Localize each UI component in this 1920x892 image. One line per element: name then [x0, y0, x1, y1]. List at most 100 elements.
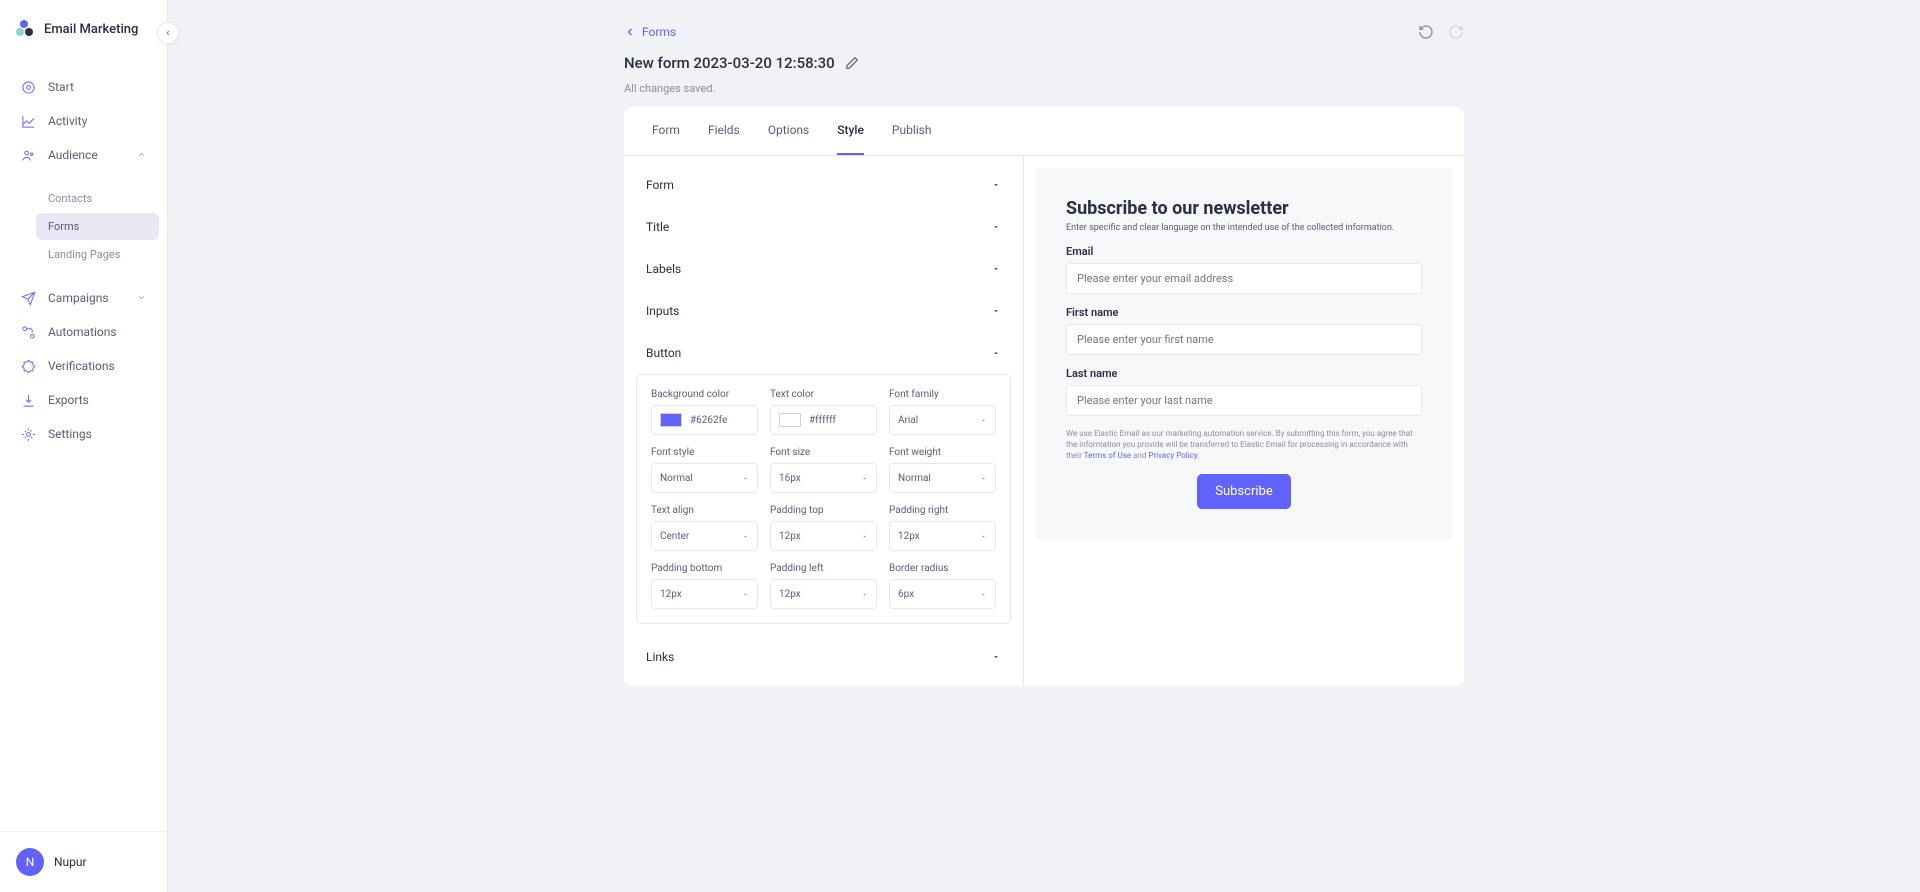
first-name-label: First name [1066, 306, 1422, 319]
border-radius-select[interactable]: 6px [889, 579, 996, 609]
send-icon [20, 290, 36, 306]
subnav-contacts[interactable]: Contacts [36, 185, 159, 212]
audience-submenu: Contacts Forms Landing Pages [0, 184, 167, 269]
preview-card: Subscribe to our newsletter Enter specif… [1036, 168, 1452, 539]
text-align-select[interactable]: Center [651, 521, 758, 551]
avatar: N [16, 848, 44, 876]
caret-down-icon [742, 591, 749, 598]
border-radius-label: Border radius [889, 563, 996, 574]
breadcrumb[interactable]: Forms [624, 25, 676, 39]
chart-icon [20, 113, 36, 129]
font-size-select[interactable]: 16px [770, 463, 877, 493]
font-family-label: Font family [889, 389, 996, 400]
gear-icon [20, 426, 36, 442]
nav-activity-label: Activity [48, 114, 87, 128]
tab-publish[interactable]: Publish [892, 107, 932, 155]
email-label: Email [1066, 245, 1422, 258]
nav-verifications[interactable]: Verifications [8, 349, 159, 383]
padding-right-select[interactable]: 12px [889, 521, 996, 551]
tab-options[interactable]: Options [768, 107, 810, 155]
nav-settings[interactable]: Settings [8, 417, 159, 451]
font-style-select[interactable]: Normal [651, 463, 758, 493]
collapse-sidebar-button[interactable] [157, 22, 179, 44]
nav-audience[interactable]: Audience [8, 138, 159, 172]
padding-right-label: Padding right [889, 505, 996, 516]
font-family-select[interactable]: Arial [889, 405, 996, 435]
sidebar-header: Email Marketing [0, 0, 167, 58]
undo-icon[interactable] [1418, 24, 1434, 40]
nav-audience-label: Audience [48, 148, 98, 162]
nav-campaigns[interactable]: Campaigns [8, 281, 159, 315]
text-align-value: Center [660, 531, 689, 542]
font-weight-label: Font weight [889, 447, 996, 458]
breadcrumb-label: Forms [642, 25, 676, 39]
accordion-links[interactable]: Links [624, 636, 1023, 678]
accordion-labels[interactable]: Labels [624, 248, 1023, 290]
caret-down-icon [980, 533, 987, 540]
bg-color-text[interactable] [690, 415, 740, 426]
accordion-inputs[interactable]: Inputs [624, 290, 1023, 332]
edit-icon[interactable] [845, 56, 859, 70]
tab-style[interactable]: Style [837, 107, 864, 155]
font-style-value: Normal [660, 473, 693, 484]
nav-verifications-label: Verifications [48, 359, 115, 373]
text-color-label: Text color [770, 389, 877, 400]
tab-fields[interactable]: Fields [708, 107, 740, 155]
nav-activity[interactable]: Activity [8, 104, 159, 138]
tab-form[interactable]: Form [652, 107, 680, 155]
nav-automations-label: Automations [48, 325, 117, 339]
font-weight-select[interactable]: Normal [889, 463, 996, 493]
last-name-field[interactable] [1066, 385, 1422, 416]
bg-color-input[interactable] [651, 405, 758, 435]
nav-exports[interactable]: Exports [8, 383, 159, 417]
nav-start[interactable]: Start [8, 70, 159, 104]
nav-automations[interactable]: Automations [8, 315, 159, 349]
padding-left-value: 12px [779, 589, 801, 600]
text-color-input[interactable] [770, 405, 877, 435]
caret-down-icon [861, 591, 868, 598]
accordion-form[interactable]: Form [624, 164, 1023, 206]
caret-down-icon [861, 475, 868, 482]
padding-top-label: Padding top [770, 505, 877, 516]
download-icon [20, 392, 36, 408]
padding-bottom-select[interactable]: 12px [651, 579, 758, 609]
nav-list-2: Campaigns Automations Verifications Expo… [0, 269, 167, 463]
nav-exports-label: Exports [48, 393, 89, 407]
page-title: New form 2023-03-20 12:58:30 [624, 54, 835, 72]
save-status: All changes saved. [624, 82, 1464, 95]
text-color-swatch[interactable] [779, 413, 801, 427]
chevron-down-icon [137, 293, 147, 303]
last-name-label: Last name [1066, 367, 1422, 380]
privacy-link[interactable]: Privacy Policy [1148, 451, 1197, 460]
settings-column: Form Title Labels Inputs [624, 156, 1024, 686]
subnav-forms[interactable]: Forms [36, 213, 159, 240]
preview-subtext: Enter specific and clear language on the… [1066, 223, 1422, 233]
subnav-landing-pages[interactable]: Landing Pages [36, 241, 159, 268]
people-icon [20, 147, 36, 163]
terms-link[interactable]: Terms of Use [1084, 451, 1131, 460]
accordion-title[interactable]: Title [624, 206, 1023, 248]
border-radius-value: 6px [898, 589, 914, 600]
redo-icon[interactable] [1448, 24, 1464, 40]
padding-top-select[interactable]: 12px [770, 521, 877, 551]
padding-left-label: Padding left [770, 563, 877, 574]
accordion-button[interactable]: Button [624, 332, 1023, 374]
chevron-left-icon [164, 29, 172, 37]
text-color-text[interactable] [809, 415, 859, 426]
padding-top-value: 12px [779, 531, 801, 542]
subscribe-button[interactable]: Subscribe [1197, 474, 1290, 509]
padding-left-select[interactable]: 12px [770, 579, 877, 609]
padding-bottom-value: 12px [660, 589, 682, 600]
caret-up-icon [991, 348, 1001, 358]
first-name-field[interactable] [1066, 324, 1422, 355]
sidebar-footer[interactable]: N Nupur [0, 831, 167, 892]
caret-down-icon [991, 180, 1001, 190]
legal-text: We use Elastic Email as our marketing au… [1066, 428, 1422, 462]
home-icon [20, 79, 36, 95]
bg-color-swatch[interactable] [660, 413, 682, 427]
main-content: Forms New form 2023-03-20 12:58:30 All c… [168, 0, 1920, 892]
editor-panel: Form Fields Options Style Publish Form T… [624, 107, 1464, 686]
font-family-value: Arial [898, 415, 918, 426]
email-field[interactable] [1066, 263, 1422, 294]
accordion-links-label: Links [646, 650, 674, 664]
